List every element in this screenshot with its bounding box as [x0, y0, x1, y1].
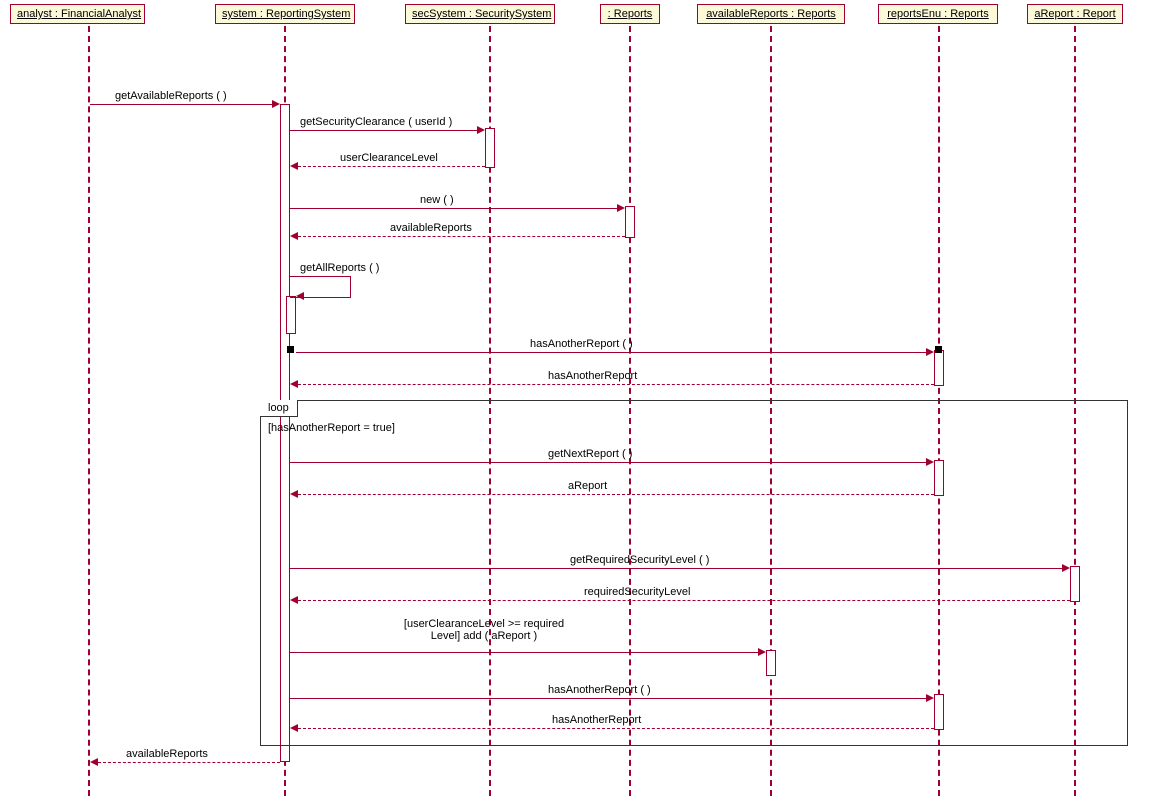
label-r3: availableReports — [390, 222, 472, 234]
label-r7: requiredSecurityLevel — [584, 586, 690, 598]
msg-m2 — [290, 130, 478, 131]
marker-src — [287, 346, 294, 353]
participant-aReport: aReport : Report — [1027, 4, 1123, 24]
label-m7: getRequiredSecurityLevel ( ) — [570, 554, 709, 566]
msg-r10 — [98, 762, 280, 763]
arrow-r6 — [290, 490, 298, 498]
arrow-m3 — [617, 204, 625, 212]
arrow-r7 — [290, 596, 298, 604]
label-m9: hasAnotherReport ( ) — [548, 684, 651, 696]
arrow-m6 — [926, 458, 934, 466]
participant-availableReports: availableReports : Reports — [697, 4, 845, 24]
label-r2: userClearanceLevel — [340, 152, 438, 164]
loop-condition: [hasAnotherReport = true] — [268, 422, 395, 434]
marker-dst — [935, 346, 942, 353]
activation-reports-new — [625, 206, 635, 238]
label-m5: hasAnotherReport ( ) — [530, 338, 633, 350]
arrow-m9 — [926, 694, 934, 702]
loop-fragment — [260, 400, 1128, 746]
label-m4: getAllReports ( ) — [300, 262, 379, 274]
loop-tab: loop — [260, 400, 298, 417]
label-m8-line1: [userClearanceLevel >= required — [404, 618, 564, 630]
sequence-diagram: analyst : FinancialAnalyst system : Repo… — [0, 0, 1154, 801]
msg-m1 — [90, 104, 273, 105]
msg-m7 — [290, 568, 1063, 569]
msg-m8 — [290, 652, 759, 653]
msg-r5 — [298, 384, 934, 385]
label-m2: getSecurityClearance ( userId ) — [300, 116, 452, 128]
label-r5: hasAnotherReport — [548, 370, 637, 382]
activation-system-self — [286, 296, 296, 334]
msg-r6 — [298, 494, 934, 495]
arrow-m5 — [926, 348, 934, 356]
arrow-m1 — [272, 100, 280, 108]
label-m6: getNextReport ( ) — [548, 448, 632, 460]
participant-analyst: analyst : FinancialAnalyst — [10, 4, 145, 24]
label-m8-line2: Level] add ( aReport ) — [431, 630, 537, 642]
label-m1: getAvailableReports ( ) — [115, 90, 227, 102]
msg-m6 — [290, 462, 927, 463]
msg-r3 — [298, 236, 625, 237]
participant-reports: : Reports — [600, 4, 660, 24]
participant-system: system : ReportingSystem — [215, 4, 355, 24]
activation-reportsEnu-1 — [934, 350, 944, 386]
msg-m5 — [296, 352, 927, 353]
msg-m3 — [290, 208, 618, 209]
label-m8: [userClearanceLevel >= required Level] a… — [374, 618, 594, 642]
arrow-r3 — [290, 232, 298, 240]
label-m3: new ( ) — [420, 194, 454, 206]
arrow-r2 — [290, 162, 298, 170]
label-r6: aReport — [568, 480, 607, 492]
msg-r7 — [298, 600, 1070, 601]
arrow-r10 — [90, 758, 98, 766]
arrow-r5 — [290, 380, 298, 388]
arrow-m4 — [296, 292, 304, 300]
lifeline-analyst — [88, 26, 90, 796]
msg-m9 — [290, 698, 927, 699]
msg-r9 — [298, 728, 934, 729]
participant-secSystem: secSystem : SecuritySystem — [405, 4, 555, 24]
label-r9: hasAnotherReport — [552, 714, 641, 726]
arrow-m2 — [477, 126, 485, 134]
arrow-m8 — [758, 648, 766, 656]
activation-secSystem — [485, 128, 495, 168]
participant-reportsEnu: reportsEnu : Reports — [878, 4, 998, 24]
arrow-m7 — [1062, 564, 1070, 572]
label-r10: availableReports — [126, 748, 208, 760]
arrow-r9 — [290, 724, 298, 732]
msg-r2 — [298, 166, 485, 167]
